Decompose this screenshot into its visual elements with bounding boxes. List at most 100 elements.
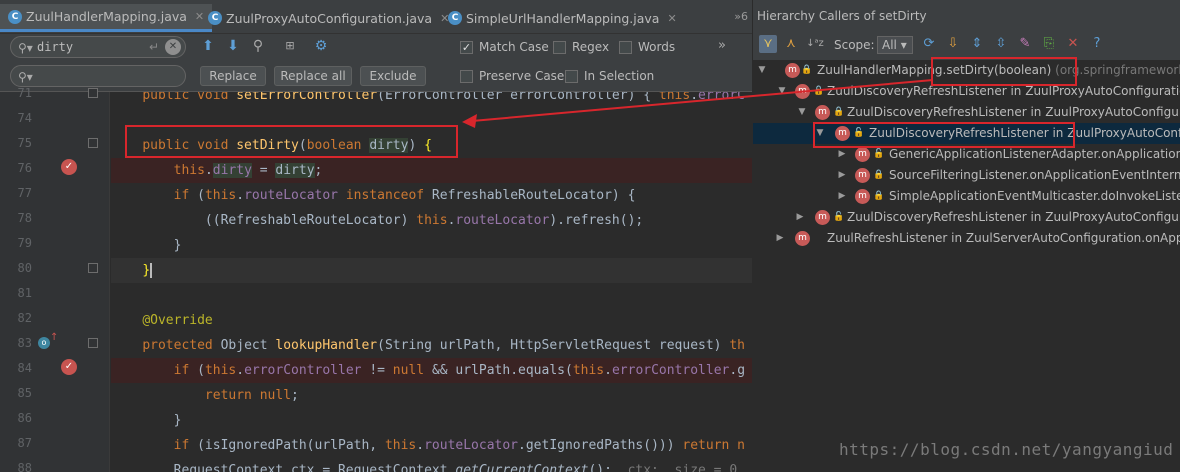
highlight-box-hierarchy-root xyxy=(931,57,1077,86)
collapse-all-icon[interactable]: ⇳ xyxy=(992,35,1010,53)
tree-node[interactable]: ▶ m 🔓 ZuulDiscoveryRefreshListener in Zu… xyxy=(753,207,1180,228)
editor-tab-bar: C ZuulHandlerMapping.java ✕ C ZuulProxyA… xyxy=(0,0,752,34)
callee-hierarchy-icon[interactable]: ⋏ xyxy=(782,35,800,53)
checkbox-unchecked[interactable] xyxy=(460,69,473,83)
hierarchy-toolbar: ⋎ ⋏ ↓ᵃz Scope: All ▾ ⟳ ⇩ ⇕ ⇳ ✎ ⎘ ✕ ? xyxy=(753,32,1180,56)
line-number: 87 xyxy=(17,436,32,450)
line-number: 77 xyxy=(17,186,32,200)
checkbox-unchecked[interactable] xyxy=(565,69,578,83)
scope-value: All xyxy=(882,38,897,52)
method-icon: m xyxy=(855,168,870,183)
export-icon[interactable]: ⎘ xyxy=(1040,35,1058,53)
caller-hierarchy-icon[interactable]: ⋎ xyxy=(759,35,777,53)
line-number: 81 xyxy=(17,286,32,300)
tab-zuul-handler-mapping[interactable]: C ZuulHandlerMapping.java ✕ xyxy=(0,4,213,32)
highlight-box-selected-caller xyxy=(813,122,1075,148)
find-all-icon[interactable]: ⚲ xyxy=(249,37,267,55)
node-label: SimpleApplicationEventMulticaster.doInvo… xyxy=(889,189,1180,203)
tree-node[interactable]: ▶ m ZuulRefreshListener in ZuulServerAut… xyxy=(753,228,1180,249)
refresh-icon[interactable]: ⟳ xyxy=(920,35,938,53)
clear-icon[interactable]: ✕ xyxy=(165,39,181,55)
line-number: 79 xyxy=(17,236,32,250)
code-line: RequestContext ctx = RequestContext.getC… xyxy=(111,463,738,472)
preserve-case-checkbox[interactable]: Preserve Case xyxy=(460,69,564,83)
scope-label: Scope: xyxy=(834,38,875,52)
fold-marker-icon[interactable] xyxy=(88,338,98,348)
code-line: if (this.routeLocator instanceof Refresh… xyxy=(173,188,636,203)
node-label: ZuulDiscoveryRefreshListener in ZuulProx… xyxy=(847,105,1180,119)
next-occurrence-icon[interactable]: ⬇ xyxy=(224,37,242,55)
override-method-icon[interactable]: o xyxy=(38,337,50,349)
collapsed-arrow-icon[interactable]: ▶ xyxy=(837,165,847,186)
match-case-checkbox[interactable]: ✓ Match Case xyxy=(460,40,549,54)
close-icon[interactable]: ✕ xyxy=(667,12,676,25)
breakpoint-icon[interactable]: ✓ xyxy=(61,359,77,375)
node-label: ZuulDiscoveryRefreshListener in ZuulProx… xyxy=(847,210,1180,224)
checkbox-checked[interactable]: ✓ xyxy=(460,40,473,54)
code-line: } xyxy=(111,238,182,253)
method-icon: m xyxy=(815,105,830,120)
tab-zuul-proxy-auto-configuration[interactable]: C ZuulProxyAutoConfiguration.java ✕ xyxy=(200,4,457,32)
fold-marker-icon[interactable] xyxy=(88,138,98,148)
line-number: 74 xyxy=(17,111,32,125)
help-icon[interactable]: ? xyxy=(1088,35,1106,53)
regex-checkbox[interactable]: Regex xyxy=(553,40,609,54)
code-line: @Override xyxy=(142,313,213,328)
words-checkbox[interactable]: Words xyxy=(619,40,675,54)
tab-overflow-button[interactable]: »6 xyxy=(734,10,748,23)
sort-alphabetically-icon[interactable]: ↓ᵃz xyxy=(806,35,824,53)
fold-marker-icon[interactable] xyxy=(88,88,98,98)
filter-settings-icon[interactable]: ⚙ xyxy=(312,37,330,55)
replace-input[interactable]: ⚲▾ xyxy=(10,65,186,87)
expand-arrow-icon[interactable]: ▼ xyxy=(797,102,807,123)
lock-icon: 🔒 xyxy=(833,107,845,117)
collapsed-arrow-icon[interactable]: ▶ xyxy=(837,186,847,207)
search-value: dirty xyxy=(37,40,74,54)
exclude-button[interactable]: Exclude xyxy=(360,66,426,86)
expand-all-icon[interactable]: ⇕ xyxy=(968,35,986,53)
scope-select[interactable]: All ▾ xyxy=(877,36,913,54)
line-number: 76 xyxy=(17,161,32,175)
in-selection-label: In Selection xyxy=(584,69,655,83)
fold-marker-icon[interactable] xyxy=(88,263,98,273)
previous-occurrence-icon[interactable]: ⬆ xyxy=(199,37,217,55)
more-options-button[interactable]: » xyxy=(718,38,726,53)
method-icon: m xyxy=(795,231,810,246)
tree-node[interactable]: ▶ m 🔒 SimpleApplicationEventMulticaster.… xyxy=(753,186,1180,207)
line-number: 71 xyxy=(17,86,32,100)
code-line: ((RefreshableRouteLocator) this.routeLoc… xyxy=(111,213,644,228)
tab-simple-url-handler-mapping[interactable]: C SimpleUrlHandlerMapping.java ✕ xyxy=(440,4,685,32)
find-replace-bar: ⚲▾ dirty ↵ ✕ ⚲▾ ⬆ ⬇ ⚲ ⊞ ⚙ ✓ Match Case R… xyxy=(0,34,752,92)
panel-title: Hierarchy Callers of setDirty xyxy=(757,9,927,23)
line-number: 75 xyxy=(17,136,32,150)
newline-icon[interactable]: ↵ xyxy=(149,37,159,57)
search-input[interactable]: ⚲▾ dirty ↵ ✕ xyxy=(10,36,186,58)
breakpoint-icon[interactable]: ✓ xyxy=(61,159,77,175)
select-all-occurrences-icon[interactable]: ⊞ xyxy=(281,37,299,55)
expand-arrow-icon[interactable]: ▼ xyxy=(777,81,787,102)
preserve-case-label: Preserve Case xyxy=(479,69,565,83)
tab-label: ZuulProxyAutoConfiguration.java xyxy=(226,10,433,26)
replace-all-button[interactable]: Replace all xyxy=(274,66,352,86)
method-icon: m xyxy=(815,210,830,225)
collapsed-arrow-icon[interactable]: ▶ xyxy=(795,207,805,228)
collapsed-arrow-icon[interactable]: ▶ xyxy=(775,228,785,249)
line-number: 84 xyxy=(17,361,32,375)
in-selection-checkbox[interactable]: In Selection xyxy=(565,69,654,83)
method-icon: m xyxy=(855,147,870,162)
node-label: SourceFilteringListener.onApplicationEve… xyxy=(889,168,1180,182)
autoscroll-icon[interactable]: ⇩ xyxy=(944,35,962,53)
checkbox-unchecked[interactable] xyxy=(553,40,566,54)
tree-node[interactable]: ▶ m 🔒 SourceFilteringListener.onApplicat… xyxy=(753,165,1180,186)
replace-button[interactable]: Replace xyxy=(200,66,266,86)
tree-node[interactable]: ▼ m 🔒 ZuulDiscoveryRefreshListener in Zu… xyxy=(753,102,1180,123)
code-line: } xyxy=(111,258,752,283)
words-label: Words xyxy=(638,40,676,54)
tab-label: ZuulHandlerMapping.java xyxy=(26,9,187,24)
expand-arrow-icon[interactable]: ▼ xyxy=(757,60,767,81)
checkbox-unchecked[interactable] xyxy=(619,40,632,54)
close-icon[interactable]: ✕ xyxy=(1064,35,1082,53)
line-number: 78 xyxy=(17,211,32,225)
pin-icon[interactable]: ✎ xyxy=(1016,35,1034,53)
